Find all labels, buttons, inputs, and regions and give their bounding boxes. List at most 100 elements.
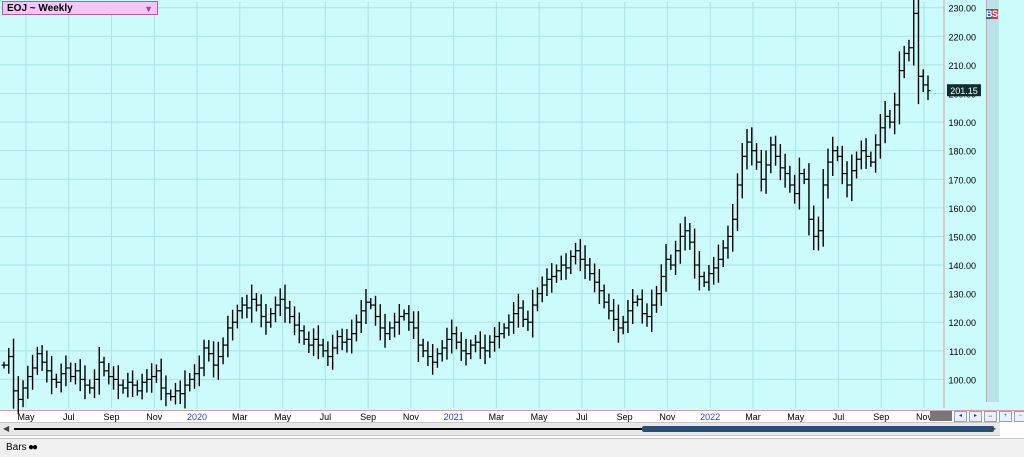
horizontal-scrollbar[interactable]: ◀ ▶ [0, 422, 1000, 436]
ohlc-bar [453, 326, 459, 350]
ohlc-bar [901, 45, 907, 79]
ohlc-bar [644, 303, 650, 327]
last-price-tag: 201.15 [947, 84, 981, 97]
ohlc-bar [272, 296, 278, 323]
ohlc-bar [1, 361, 7, 369]
ohlc-bar [849, 154, 855, 202]
x-tick-label: Mar [745, 412, 761, 422]
ohlc-bar [201, 339, 207, 377]
ohlc-bar [611, 299, 617, 332]
ohlc-bar [558, 255, 564, 281]
ohlc-bar [511, 301, 517, 334]
ohlc-bar [396, 303, 402, 335]
y-tick-label: 120.00 [948, 318, 976, 328]
scroll-thumb[interactable] [642, 426, 994, 432]
y-tick-label: 100.00 [948, 375, 976, 385]
y-tick-label: 230.00 [948, 4, 976, 14]
scroll-right-icon[interactable]: ▶ [990, 424, 996, 433]
y-tick-label: 140.00 [948, 261, 976, 271]
ohlc-bar [596, 268, 602, 304]
ohlc-bar [730, 204, 736, 252]
ohlc-bar [682, 216, 688, 251]
ohlc-bar [587, 258, 593, 281]
ohlc-bar [411, 311, 417, 339]
ohlc-bar [858, 140, 864, 170]
y-tick-label: 130.00 [948, 290, 976, 300]
ohlc-bar [49, 356, 55, 395]
y-tick-label: 150.00 [948, 232, 976, 242]
ohlc-bar [563, 253, 569, 280]
ohlc-bar [777, 144, 783, 181]
ohlc-bar [339, 328, 345, 351]
sell-badge[interactable]: S [992, 9, 998, 19]
ohlc-bar [639, 289, 645, 324]
infinity-icon[interactable]: ●● [28, 442, 38, 453]
ohlc-bar [211, 341, 217, 378]
ohlc-bar [463, 338, 469, 366]
ohlc-bar [592, 263, 598, 293]
ohlc-bar [330, 334, 336, 370]
ohlc-bar [863, 138, 869, 169]
ohlc-bar [315, 325, 321, 360]
ohlc-bar [187, 373, 193, 392]
zoom-out-icon[interactable]: ◂ [954, 411, 967, 422]
symbol-selector[interactable]: EOJ ~ Weekly ▼ [2, 1, 158, 15]
x-axis: May Jul Sep Nov 2020 Mar May Jul Sep Nov 2021 Mar Ma… [17, 412, 932, 422]
ohlc-bar [473, 335, 479, 353]
ohlc-bar [120, 379, 126, 394]
ohlc-bar [763, 150, 769, 194]
y-tick-label: 160.00 [948, 204, 976, 214]
ohlc-bar [144, 369, 150, 393]
ohlc-bar [106, 362, 112, 385]
x-tick-label: May [274, 412, 292, 422]
scroll-end-marker [930, 411, 952, 421]
green-remove-icon[interactable]: − [1014, 411, 1024, 422]
ohlc-bar [806, 163, 812, 236]
zoom-in-icon[interactable]: ▸ [969, 411, 982, 422]
ohlc-bar [711, 256, 717, 285]
ohlc-bar [896, 51, 902, 125]
y-tick-label: 220.00 [948, 32, 976, 42]
ohlc-bar [344, 329, 350, 353]
ohlc-bar [477, 331, 483, 359]
chevron-down-icon[interactable]: ▼ [144, 2, 153, 16]
ohlc-bar [82, 365, 88, 400]
x-tick-label: 2022 [700, 412, 720, 422]
ohlc-bar [444, 327, 450, 360]
y-tick-label: 110.00 [949, 347, 976, 357]
ohlc-bar [458, 332, 464, 361]
ohlc-bar [625, 299, 631, 334]
ohlc-bar [234, 304, 240, 329]
ohlc-bar [425, 341, 431, 366]
ohlc-bar [387, 321, 393, 341]
buy-sell-badge[interactable]: B S [986, 9, 998, 19]
x-tick-label: Mar [232, 412, 248, 422]
ohlc-bar [91, 369, 97, 399]
grid-lines [0, 2, 944, 408]
y-tick-label: 180.00 [948, 147, 976, 157]
ohlc-bar [696, 251, 702, 291]
x-tick-label: Sep [104, 412, 120, 422]
ohlc-bar [506, 314, 512, 336]
ohlc-bar [630, 289, 636, 324]
scroll-left-icon[interactable]: ◀ [3, 424, 9, 433]
ohlc-bar [530, 289, 536, 338]
green-add-icon[interactable]: + [999, 411, 1012, 422]
price-chart[interactable]: 100.00 110.00 120.00 130.00 140.00 150.00 160.… [0, 0, 1000, 440]
ohlc-bar [482, 334, 488, 365]
ohlc-bar [368, 298, 374, 310]
x-tick-label: 2021 [444, 412, 464, 422]
ohlc-bar [925, 75, 931, 101]
ohlc-bar [263, 303, 269, 335]
ohlc-bar [182, 370, 188, 409]
y-tick-label: 190.00 [948, 118, 976, 128]
ohlc-bar [839, 145, 845, 185]
ohlc-bar [754, 142, 760, 170]
ohlc-bar [292, 306, 298, 336]
ohlc-bar [58, 363, 64, 393]
ohlc-bar [139, 373, 145, 400]
ohlc-bar [520, 300, 526, 328]
ohlc-bar [868, 151, 874, 167]
ohlc-bar [96, 346, 102, 395]
fit-icon[interactable]: ↔ [984, 411, 997, 422]
